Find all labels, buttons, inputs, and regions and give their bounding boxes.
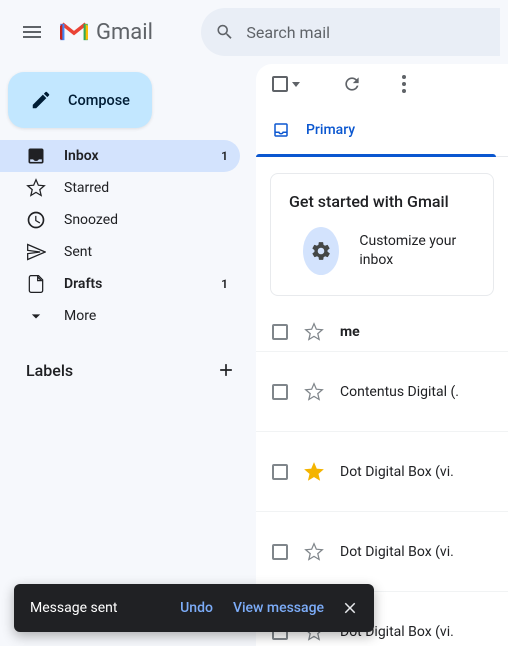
main-panel: Primary Get started with Gmail Customize… [256, 64, 508, 646]
refresh-button[interactable] [332, 64, 372, 104]
sidebar-item-label: Sent [64, 244, 228, 260]
row-checkbox[interactable] [272, 324, 288, 340]
plus-icon [216, 360, 236, 380]
inbox-icon [26, 146, 46, 166]
more-options-button[interactable] [384, 64, 424, 104]
sidebar-item-label: Inbox [64, 148, 203, 164]
sidebar-item-count: 1 [221, 277, 228, 291]
starred-icon [26, 178, 46, 198]
message-row[interactable]: Dot Digital Box (vi. [256, 432, 508, 512]
sidebar-item-inbox[interactable]: Inbox 1 [0, 140, 240, 172]
search-icon [215, 21, 234, 43]
message-row[interactable]: Contentus Digital (. [256, 352, 508, 432]
row-checkbox[interactable] [272, 384, 288, 400]
category-tabs: Primary [256, 104, 508, 157]
sidebar-item-starred[interactable]: Starred [0, 172, 240, 204]
pencil-icon [30, 89, 52, 111]
getting-started-title: Get started with Gmail [289, 192, 475, 211]
toast-message-sent: Message sent Undo View message [14, 584, 374, 632]
message-sender: Dot Digital Box (vi. [340, 464, 454, 480]
toolbar [256, 64, 508, 104]
sidebar-item-drafts[interactable]: Drafts 1 [0, 268, 240, 300]
sidebar-item-sent[interactable]: Sent [0, 236, 240, 268]
gear-icon [310, 240, 332, 262]
tab-primary[interactable]: Primary [256, 104, 371, 156]
star-icon[interactable] [304, 462, 324, 482]
star-icon[interactable] [304, 542, 324, 562]
drafts-icon [26, 274, 46, 294]
sidebar-item-count: 1 [221, 149, 228, 163]
star-icon[interactable] [304, 382, 324, 402]
message-row[interactable]: Dot Digital Box (vi. [256, 512, 508, 592]
sidebar: Compose Inbox 1 Starred Snoozed Sent Drafts 1 M… [0, 64, 256, 646]
message-sender: Dot Digital Box (vi. [340, 544, 454, 560]
sidebar-item-label: More [64, 308, 228, 324]
sent-icon [26, 242, 46, 262]
snoozed-icon [26, 210, 46, 230]
star-icon[interactable] [304, 322, 324, 342]
toast-close-button[interactable] [334, 592, 366, 624]
select-all-checkbox[interactable] [272, 76, 300, 92]
compose-label: Compose [68, 92, 130, 109]
message-sender: Contentus Digital (. [340, 384, 459, 400]
gmail-logo-icon [60, 21, 88, 43]
sidebar-item-label: Drafts [64, 276, 203, 292]
labels-title: Labels [26, 361, 73, 380]
message-sender: me [340, 324, 360, 340]
view-message-button[interactable]: View message [223, 600, 334, 616]
sidebar-item-more[interactable]: More [0, 300, 240, 332]
row-checkbox[interactable] [272, 464, 288, 480]
close-icon [341, 599, 359, 617]
toast-text: Message sent [30, 600, 170, 616]
app-name: Gmail [96, 20, 153, 45]
undo-button[interactable]: Undo [170, 600, 223, 616]
sidebar-item-snoozed[interactable]: Snoozed [0, 204, 240, 236]
sidebar-item-label: Snoozed [64, 212, 228, 228]
inbox-icon [272, 121, 290, 139]
labels-header: Labels [0, 356, 256, 384]
search-bar[interactable] [201, 8, 500, 56]
getting-started-card: Get started with Gmail Customize your in… [270, 173, 494, 296]
customize-icon-wrap [303, 227, 339, 275]
gmail-logo[interactable]: Gmail [60, 20, 153, 45]
message-row[interactable]: me [256, 312, 508, 352]
customize-inbox-item[interactable]: Customize your inbox [289, 225, 475, 277]
row-checkbox[interactable] [272, 544, 288, 560]
caret-down-icon [292, 82, 300, 87]
refresh-icon [342, 74, 362, 94]
main-menu-button[interactable] [8, 8, 56, 56]
tab-primary-label: Primary [306, 122, 355, 138]
search-input[interactable] [246, 23, 486, 42]
customize-inbox-label: Customize your inbox [359, 232, 461, 270]
app-header: Gmail [0, 0, 508, 64]
hamburger-icon [20, 20, 44, 44]
kebab-icon [402, 75, 406, 93]
sidebar-item-label: Starred [64, 180, 228, 196]
add-label-button[interactable] [212, 356, 240, 384]
compose-button[interactable]: Compose [8, 72, 152, 128]
more-icon [26, 306, 46, 326]
